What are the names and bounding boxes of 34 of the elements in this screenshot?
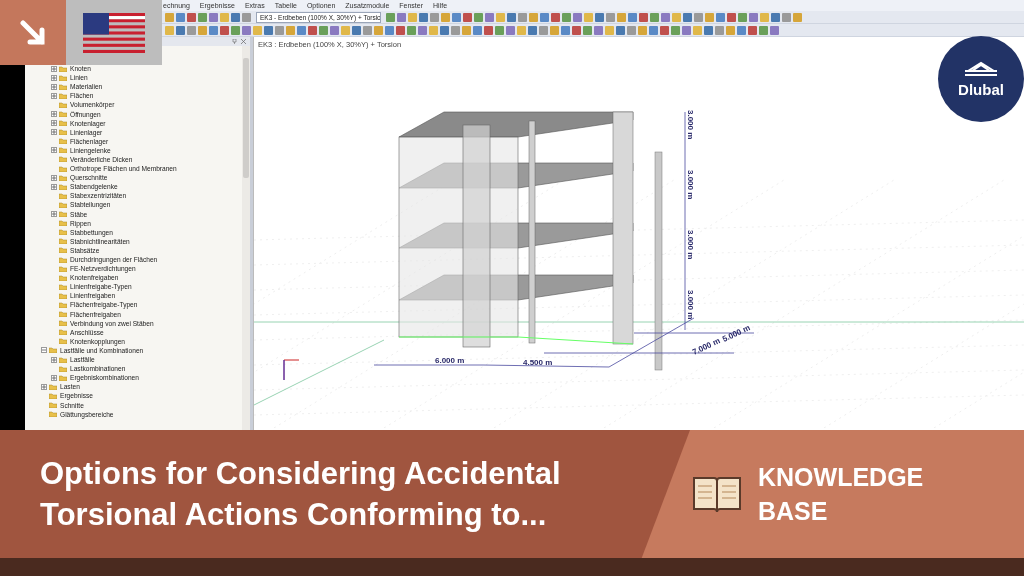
dimension-label: 3.000 m [686,230,695,260]
expand-toggle[interactable] [51,83,57,90]
dimension-label: 3.000 m [686,290,695,320]
book-icon [692,474,742,514]
dimension-label: 7.000 m [691,336,722,357]
category-label: KNOWLEDGE BASE [758,462,925,527]
collapse-toggle[interactable] [41,347,47,354]
dimension-label: 3.000 m [686,110,695,140]
expand-toggle[interactable] [41,383,47,390]
expand-toggle[interactable] [51,356,57,363]
dimension-label: 6.000 m [435,356,465,365]
dimension-label: 4.500 m [523,358,553,367]
expand-toggle[interactable] [51,129,57,136]
bridge-icon [964,60,998,79]
article-title: Options for Considering Accidental Torsional Actions Conforming to... [40,455,562,534]
expand-toggle[interactable] [51,211,57,218]
close-icon[interactable] [241,39,246,44]
expand-toggle[interactable] [51,183,57,190]
flag-icon[interactable] [83,12,145,53]
scrollbar[interactable] [242,46,250,430]
dimension-label: 5.000 m [721,323,752,344]
arrow-icon [20,19,46,46]
expand-toggle[interactable] [51,120,57,127]
expand-toggle[interactable] [51,92,57,99]
pin-icon[interactable] [232,39,237,44]
expand-toggle[interactable] [51,65,57,72]
expand-toggle[interactable] [51,147,57,154]
expand-toggle[interactable] [51,174,57,181]
logo-text: Dlubal [958,80,1004,98]
dimension-label: 3.000 m [686,170,695,200]
axis-icon [283,359,300,381]
expand-toggle[interactable] [51,74,57,81]
expand-toggle[interactable] [51,111,57,117]
expand-toggle[interactable] [51,374,57,381]
